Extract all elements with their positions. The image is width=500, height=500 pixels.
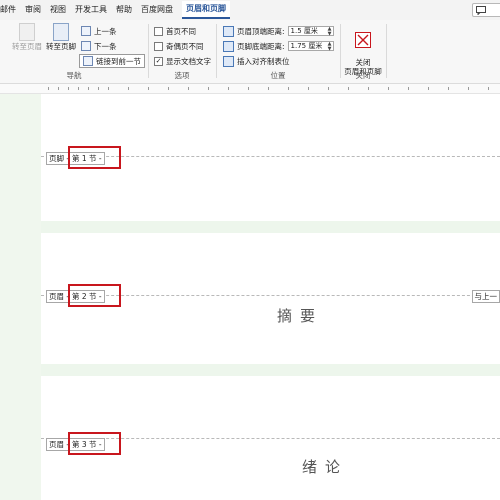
checkmark-icon: ✓: [154, 56, 163, 66]
footer-position-icon: [223, 40, 234, 52]
spinner-arrows-icon[interactable]: ▲ ▼: [328, 42, 332, 52]
menu-developer[interactable]: 开发工具: [75, 0, 107, 20]
footer-bottom-spinner[interactable]: 1.75 厘米 ▲ ▼: [287, 41, 334, 52]
position-group: 页眉顶端距离: 1.5 厘米 ▲ ▼ 页脚底端距离: 1.75 厘米 ▲ ▼ 插入对…: [217, 20, 339, 83]
page-1: 页脚 - 第 1 节 -: [41, 94, 500, 221]
comment-icon: [476, 5, 486, 15]
options-group: 首页不同 奇偶页不同 ✓ 显示文档文字 选项: [149, 20, 215, 83]
section-2-highlight: [68, 284, 121, 307]
close-icon: [355, 32, 371, 48]
close-header-footer-button[interactable]: 关闭 页眉和页脚: [342, 23, 384, 76]
page-2: 页眉 - 第 2 节 - 与上一 摘要: [41, 233, 500, 364]
menu-view[interactable]: 视图: [50, 0, 66, 20]
navigation-group: 转至页眉 转至页脚 上一条 下一条 链接到前一节 导航: [0, 20, 148, 83]
header-top-distance: 页眉顶端距离: 1.5 厘米 ▲ ▼: [223, 25, 334, 37]
different-first-page-checkbox[interactable]: 首页不同: [154, 25, 196, 37]
page-gap: [41, 221, 500, 233]
header-position-icon: [223, 25, 234, 37]
menu-mailings[interactable]: 邮件: [0, 0, 16, 20]
link-to-previous-button[interactable]: 链接到前一节: [79, 54, 145, 68]
horizontal-ruler[interactable]: [0, 84, 500, 94]
close-group-label: 关闭: [355, 71, 371, 80]
next-section-icon: [81, 41, 91, 51]
menu-header-footer[interactable]: 页眉和页脚: [182, 1, 230, 19]
header-top-spinner[interactable]: 1.5 厘米 ▲ ▼: [287, 26, 334, 37]
navigation-pane: [0, 94, 41, 500]
close-group: 关闭 页眉和页脚 关闭: [341, 20, 385, 83]
spinner-arrows-icon[interactable]: ▲ ▼: [328, 27, 332, 37]
menu-review[interactable]: 审阅: [25, 0, 41, 20]
previous-button[interactable]: 上一条: [81, 25, 117, 37]
abstract-heading: 摘要: [277, 307, 324, 325]
options-group-label: 选项: [174, 71, 190, 80]
different-odd-even-checkbox[interactable]: 奇偶页不同: [154, 40, 204, 52]
ribbon: 转至页眉 转至页脚 上一条 下一条 链接到前一节 导航 首页不同 奇偶页不同 ✓…: [0, 20, 500, 84]
next-button[interactable]: 下一条: [81, 40, 117, 52]
menu-baidu-netdisk[interactable]: 百度网盘: [141, 0, 173, 20]
group-divider: [386, 24, 387, 78]
goto-footer-icon: [53, 23, 69, 41]
alignment-tab-icon: [223, 55, 234, 67]
navigation-group-label: 导航: [66, 71, 82, 80]
menu-bar: 邮件 审阅 视图 开发工具 帮助 百度网盘 页眉和页脚: [0, 0, 500, 20]
insert-alignment-tab-button[interactable]: 插入对齐制表位: [223, 55, 290, 67]
menu-help[interactable]: 帮助: [116, 0, 132, 20]
page-3: 页眉 - 第 3 节 - 绪论: [41, 376, 500, 500]
comment-button[interactable]: [472, 3, 500, 17]
link-icon: [83, 56, 93, 66]
goto-footer-button[interactable]: 转至页脚: [44, 23, 78, 51]
previous-section-icon: [81, 26, 91, 36]
goto-header-icon: [19, 23, 35, 41]
goto-header-button[interactable]: 转至页眉: [10, 23, 44, 51]
section-1-highlight: [68, 146, 121, 169]
introduction-heading: 绪论: [302, 458, 349, 476]
footer-bottom-distance: 页脚底端距离: 1.75 厘米 ▲ ▼: [223, 40, 334, 52]
position-group-label: 位置: [270, 71, 286, 80]
same-as-previous-tag: 与上一: [471, 290, 500, 303]
page-gap: [41, 364, 500, 376]
show-document-text-checkbox[interactable]: ✓ 显示文档文字: [154, 55, 211, 67]
section-3-highlight: [68, 432, 121, 455]
